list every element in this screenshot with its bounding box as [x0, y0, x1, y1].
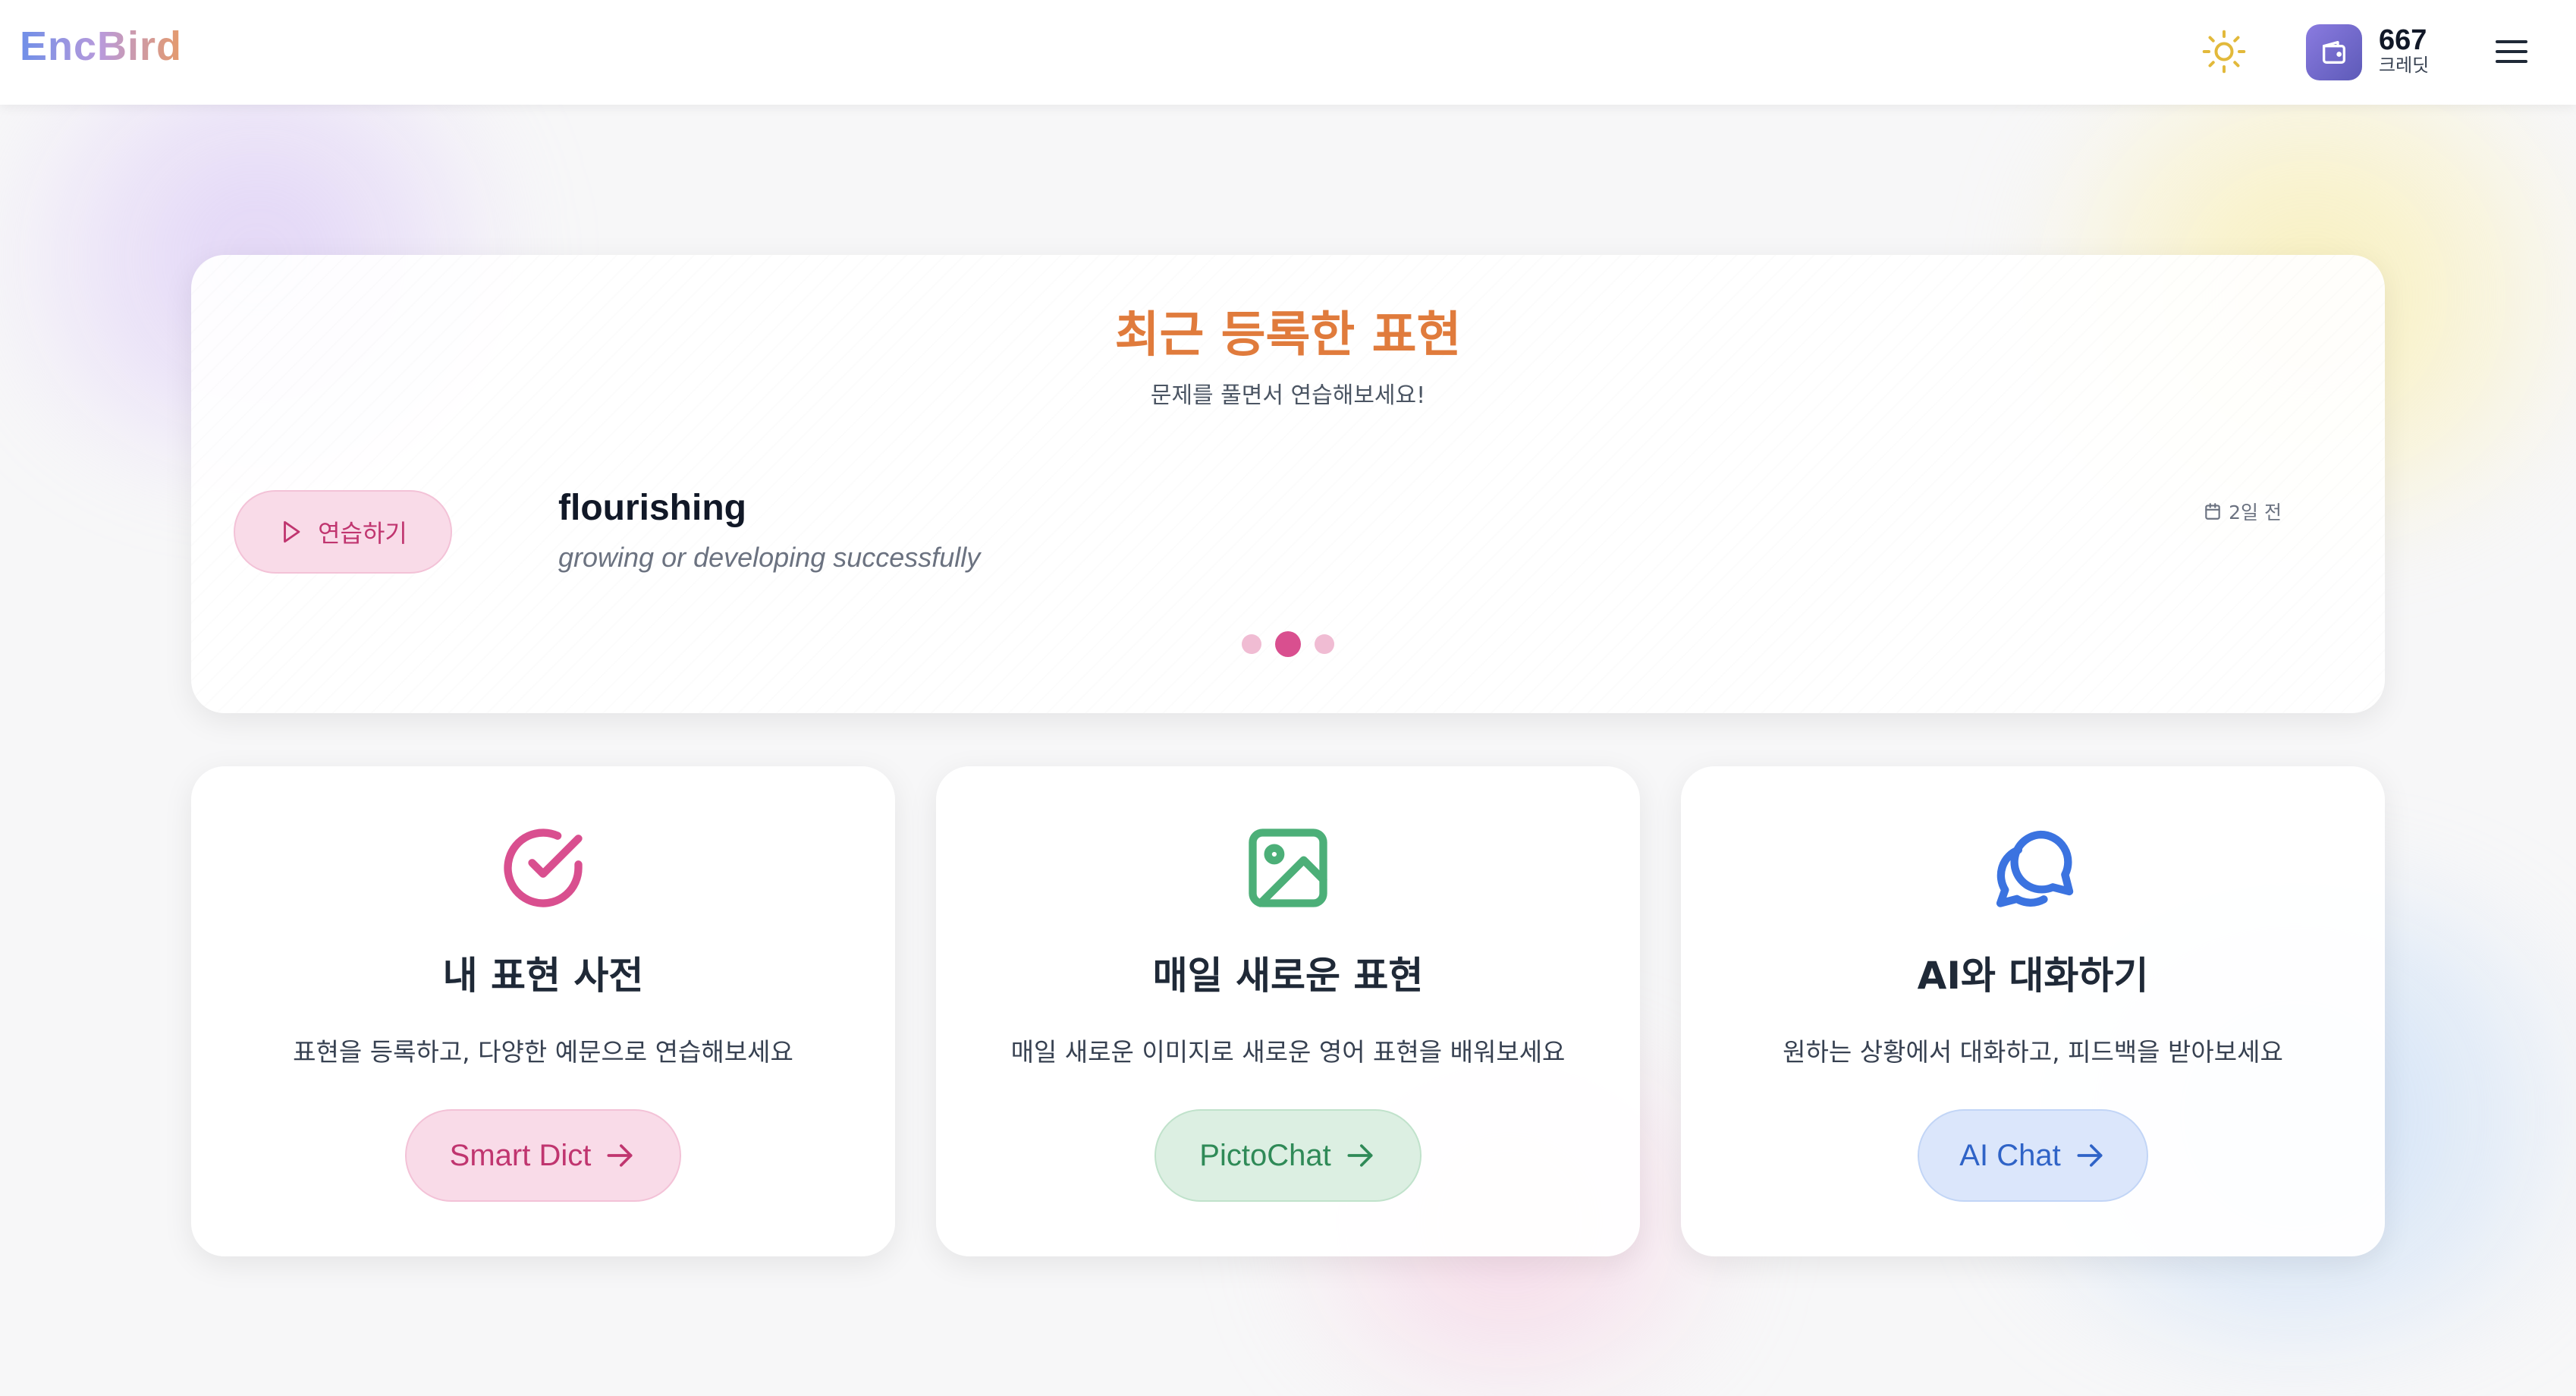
feature-description: 매일 새로운 이미지로 새로운 영어 표현을 배워보세요	[1010, 1037, 1566, 1067]
top-navigation-bar: EncBird 667 크레딧	[0, 0, 2576, 105]
pictochat-button[interactable]: PictoChat	[1154, 1109, 1422, 1202]
feature-description: 표현을 등록하고, 다양한 예문으로 연습해보세요	[293, 1037, 793, 1067]
carousel-dot-1[interactable]	[1242, 634, 1261, 654]
smart-dict-button-label: Smart Dict	[449, 1138, 592, 1172]
arrow-right-icon	[2077, 1144, 2103, 1167]
app-logo[interactable]: EncBird	[20, 23, 182, 70]
practice-button-label: 연습하기	[318, 519, 407, 548]
wallet-button[interactable]	[2306, 24, 2362, 80]
wallet-icon	[2323, 41, 2345, 64]
carousel-dot-2[interactable]	[1275, 631, 1301, 657]
carousel-title: 최근 등록한 표현	[1114, 307, 1462, 363]
play-icon	[284, 520, 300, 543]
pictochat-button-label: PictoChat	[1199, 1138, 1331, 1172]
practice-button[interactable]: 연습하기	[234, 490, 452, 574]
feature-icon-wrapper	[1681, 821, 2385, 915]
credit-label: 크레딧	[2379, 55, 2430, 76]
carousel-subtitle: 문제를 풀면서 연습해보세요!	[1150, 382, 1426, 409]
expression-meaning: growing or developing successfully	[558, 542, 981, 573]
carousel-pagination	[191, 631, 2385, 657]
feature-title: 매일 새로운 표현	[1152, 954, 1424, 998]
chat-bubbles-icon	[1996, 830, 2074, 907]
calendar-icon	[2205, 503, 2220, 520]
ai-chat-button[interactable]: AI Chat	[1918, 1109, 2148, 1202]
credit-balance: 667 크레딧	[2379, 26, 2429, 76]
arrow-right-icon	[607, 1144, 633, 1167]
expression-date-text: 2일 전	[2229, 501, 2282, 524]
feature-icon-wrapper	[936, 821, 1640, 915]
ai-chat-button-label: AI Chat	[1959, 1138, 2061, 1172]
arrow-right-icon	[1347, 1144, 1373, 1167]
expression-date: 2일 전	[2203, 498, 2282, 525]
image-icon	[1249, 828, 1327, 907]
hamburger-menu-button[interactable]	[2496, 32, 2535, 71]
feature-icon-wrapper	[191, 821, 895, 915]
feature-card-smart-dict: 내 표현 사전 표현을 등록하고, 다양한 예문으로 연습해보세요 Smart …	[191, 766, 895, 1256]
recent-expressions-carousel: 최근 등록한 표현 문제를 풀면서 연습해보세요! 연습하기 flourishi…	[191, 255, 2385, 713]
feature-title: AI와 대화하기	[1917, 954, 2149, 998]
feature-card-ai-chat: AI와 대화하기 원하는 상황에서 대화하고, 피드백을 받아보세요 AI Ch…	[1681, 766, 2385, 1256]
feature-description: 원하는 상황에서 대화하고, 피드백을 받아보세요	[1783, 1037, 2283, 1067]
carousel-dot-3[interactable]	[1315, 634, 1334, 654]
credit-amount: 667	[2379, 24, 2427, 56]
expression-word: flourishing	[558, 488, 746, 528]
smart-dict-button[interactable]: Smart Dict	[405, 1109, 681, 1202]
menu-icon-line	[2496, 40, 2527, 43]
sun-icon	[2202, 30, 2246, 74]
menu-icon-line	[2496, 50, 2527, 53]
theme-toggle-button[interactable]	[2200, 27, 2248, 76]
feature-card-pictochat: 매일 새로운 표현 매일 새로운 이미지로 새로운 영어 표현을 배워보세요 P…	[936, 766, 1640, 1256]
menu-icon-line	[2496, 60, 2527, 63]
feature-title: 내 표현 사전	[442, 954, 644, 998]
check-circle-icon	[504, 828, 583, 907]
